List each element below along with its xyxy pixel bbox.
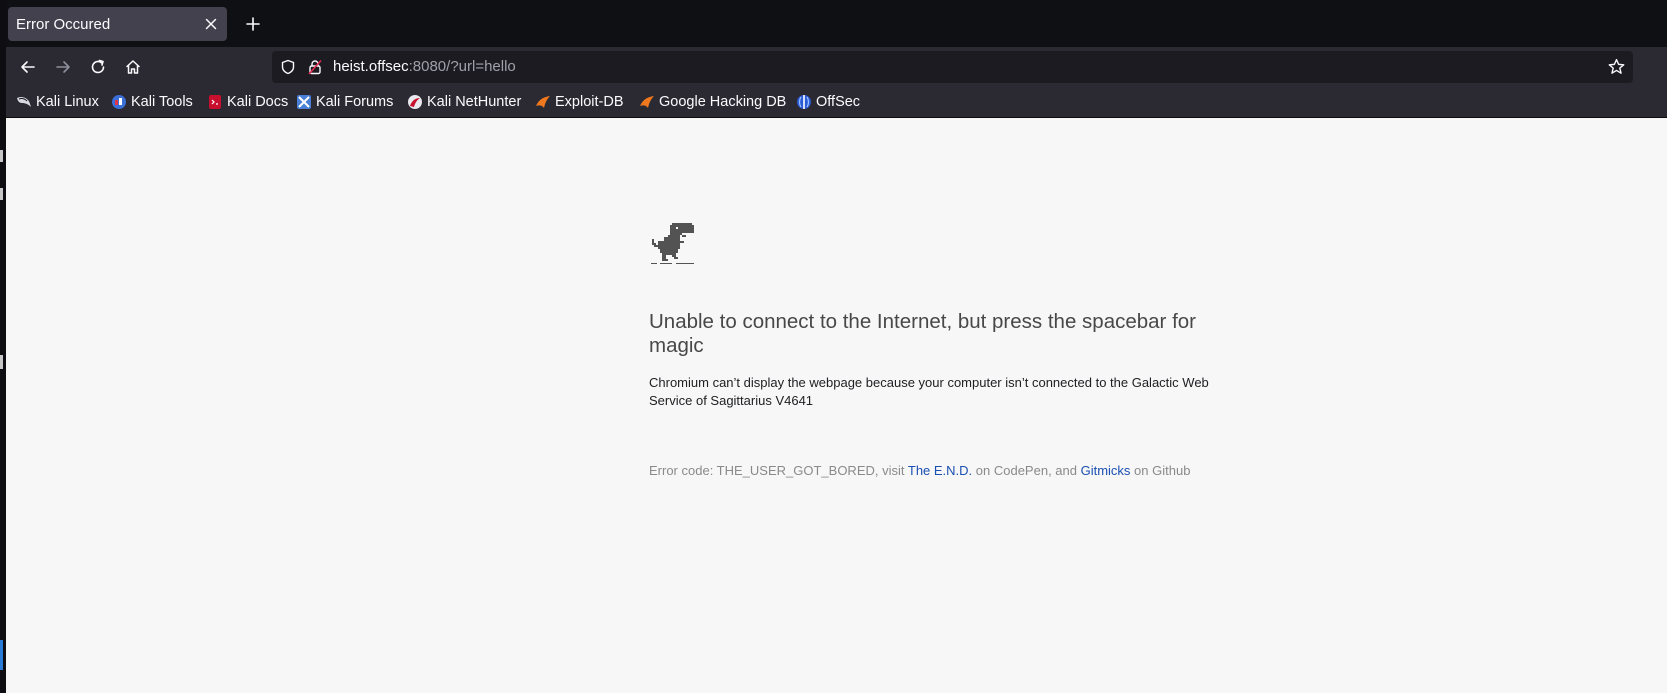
bookmark-kali-nethunter[interactable]: Kali NetHunter [407, 92, 521, 112]
error-code-text: on CodePen, and [972, 463, 1081, 478]
offsec-icon [796, 94, 812, 110]
plus-icon [246, 17, 260, 31]
bookmark-kali-linux[interactable]: Kali Linux [16, 92, 99, 112]
bookmark-label: OffSec [816, 94, 861, 110]
bookmarks-toolbar: Kali Linux Kali Tools Kali Docs Kali For… [6, 87, 1667, 118]
insecure-lock-icon[interactable] [307, 59, 323, 79]
ghdb-icon [639, 94, 655, 110]
navigation-toolbar: heist.offsec:8080/?url=hello [6, 47, 1667, 87]
bookmark-label: Kali Linux [36, 94, 99, 110]
url-text[interactable]: heist.offsec:8080/?url=hello [333, 58, 516, 75]
error-code-text: Error code: THE_USER_GOT_BORED, visit [649, 463, 908, 478]
error-code-text: on Github [1130, 463, 1191, 478]
star-icon[interactable] [1608, 58, 1625, 79]
error-code-line: Error code: THE_USER_GOT_BORED, visit Th… [649, 463, 1190, 478]
url-path: :8080/?url=hello [408, 58, 516, 75]
home-button[interactable] [119, 53, 147, 81]
desktop-panel-edge [0, 0, 6, 693]
tab-active[interactable]: Error Occured [8, 7, 227, 41]
new-tab-button[interactable] [240, 11, 266, 37]
nethunter-icon [407, 94, 423, 110]
arrow-left-icon [21, 61, 35, 73]
bookmark-label: Kali NetHunter [427, 94, 522, 110]
panel-indicator [0, 188, 3, 200]
forward-button[interactable] [49, 53, 77, 81]
arrow-right-icon [56, 61, 70, 73]
shield-icon[interactable] [280, 59, 296, 79]
exploit-db-icon [535, 94, 551, 110]
close-icon[interactable] [199, 12, 223, 36]
page-content: Unable to connect to the Internet, but p… [6, 118, 1667, 693]
url-host: heist.offsec [333, 58, 409, 75]
error-heading: Unable to connect to the Internet, but p… [649, 310, 1197, 357]
kali-forums-icon [296, 94, 312, 110]
dinosaur-icon[interactable] [650, 221, 696, 267]
bookmark-kali-docs[interactable]: Kali Docs [207, 92, 288, 112]
bookmark-kali-forums[interactable]: Kali Forums [296, 92, 393, 112]
kali-docs-icon [207, 94, 223, 110]
panel-indicator [0, 355, 3, 369]
back-button[interactable] [14, 53, 42, 81]
the-end-link[interactable]: The E.N.D. [908, 463, 972, 478]
kali-dragon-icon [16, 94, 32, 110]
bookmark-label: Exploit-DB [555, 94, 624, 110]
bookmark-label: Google Hacking DB [659, 94, 787, 110]
reload-button[interactable] [84, 53, 112, 81]
panel-indicator [0, 150, 3, 162]
reload-icon [91, 59, 105, 74]
bookmark-kali-tools[interactable]: Kali Tools [111, 92, 193, 112]
bookmark-offsec[interactable]: OffSec [796, 92, 860, 112]
bookmark-google-hacking-db[interactable]: Google Hacking DB [639, 92, 786, 112]
bookmark-label: Kali Forums [316, 94, 394, 110]
error-description: Chromium can’t display the webpage becau… [649, 375, 1209, 408]
panel-indicator [0, 640, 3, 670]
url-bar[interactable]: heist.offsec:8080/?url=hello [272, 51, 1633, 83]
browser-window: Error Occured heist.offsec:8080/?url=hel… [0, 0, 1667, 693]
tab-title: Error Occured [16, 15, 111, 33]
bookmark-label: Kali Tools [131, 94, 193, 110]
gitmicks-link[interactable]: Gitmicks [1081, 463, 1131, 478]
kali-tools-icon [111, 94, 127, 110]
tab-strip: Error Occured [6, 0, 1667, 47]
bookmark-exploit-db[interactable]: Exploit-DB [535, 92, 624, 112]
home-icon [126, 60, 140, 74]
bookmark-label: Kali Docs [227, 94, 289, 110]
